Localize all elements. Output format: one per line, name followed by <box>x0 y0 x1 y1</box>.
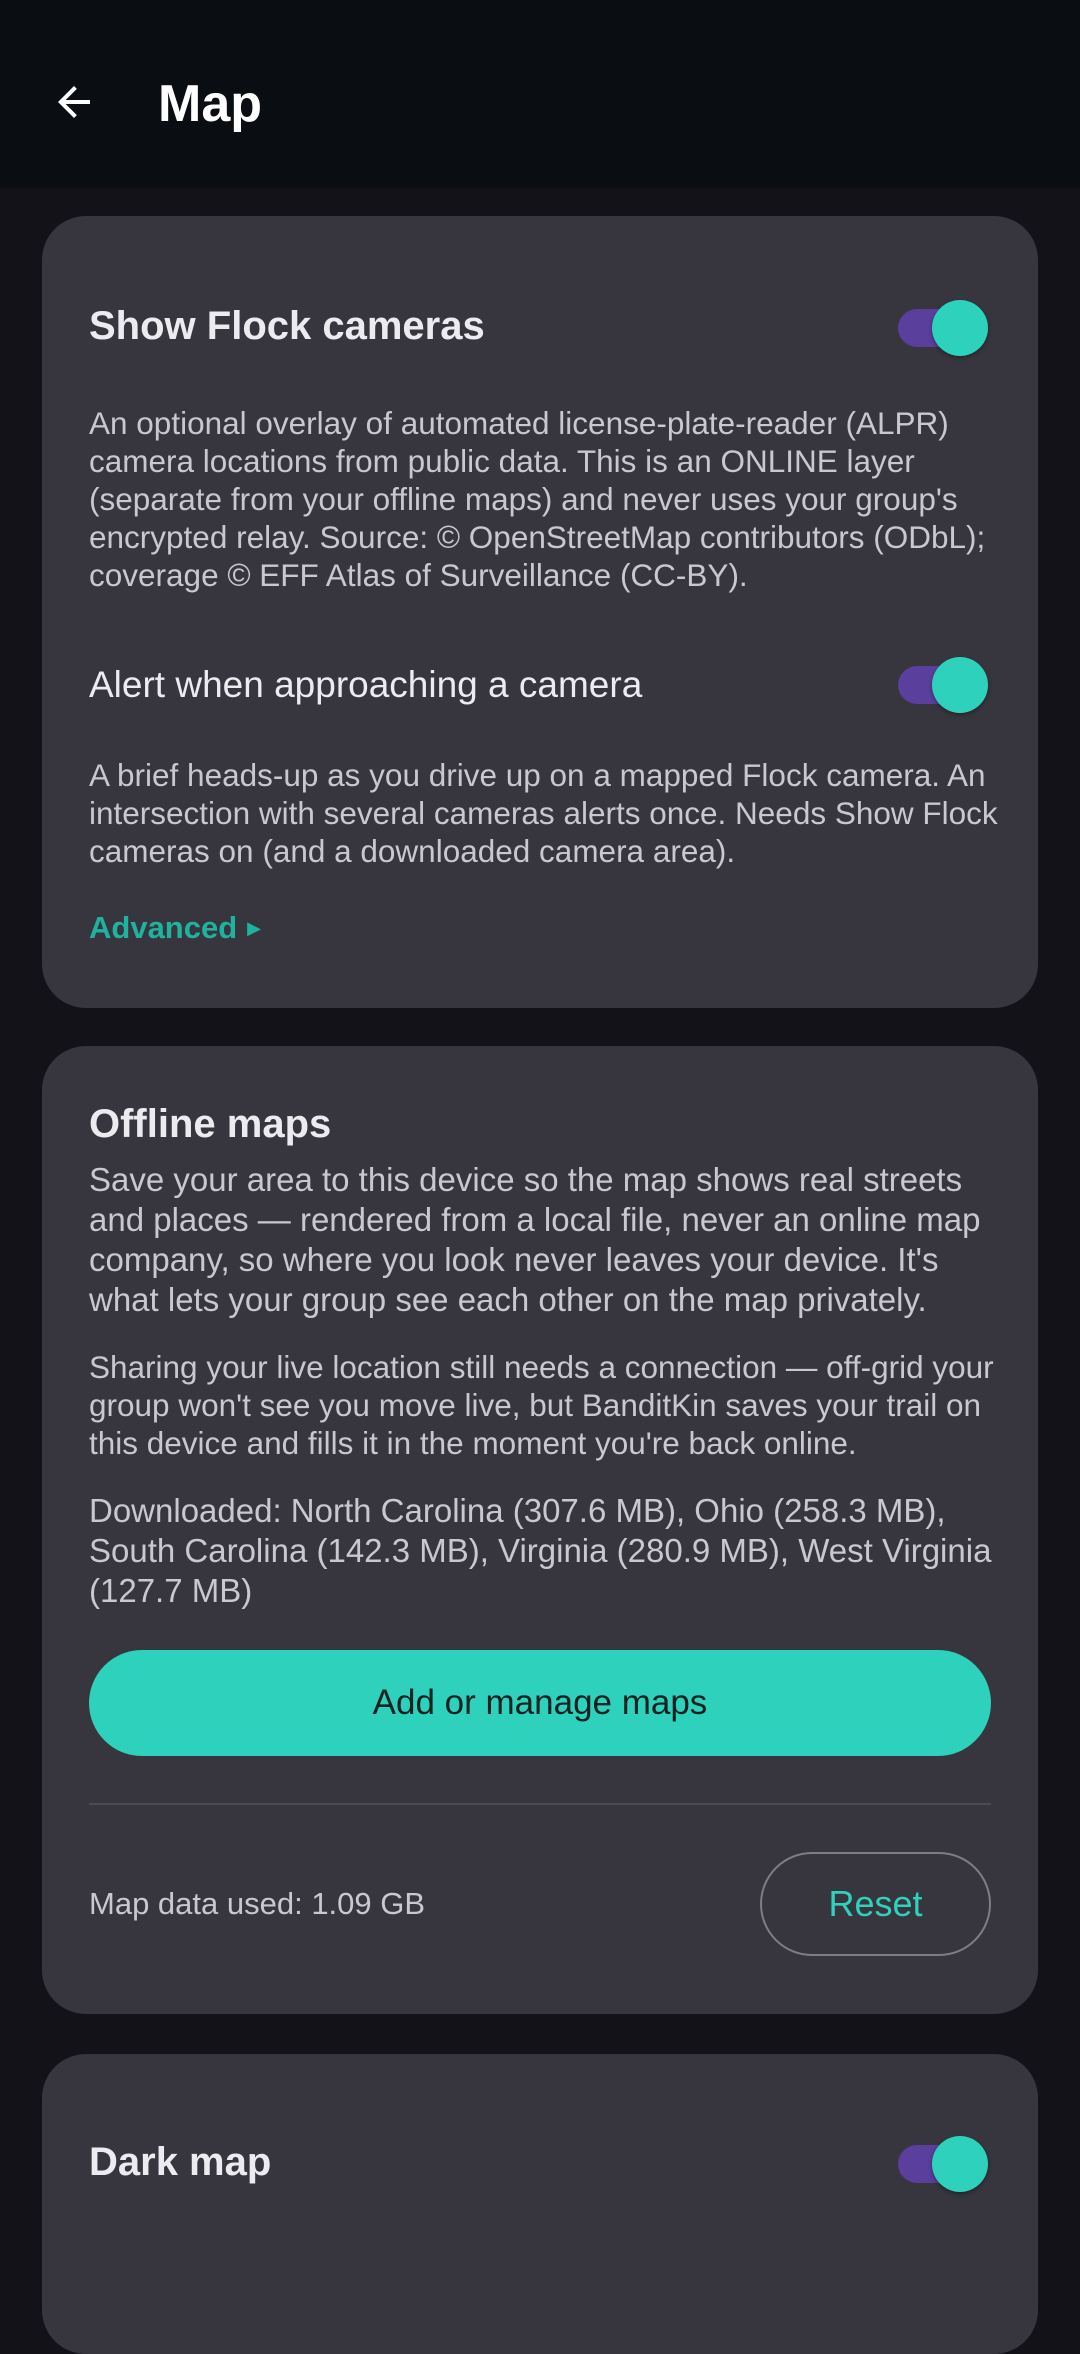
divider <box>89 1803 991 1805</box>
toggle-thumb <box>932 300 988 356</box>
advanced-label: Advanced <box>89 910 238 945</box>
offline-maps-title: Offline maps <box>89 1102 332 1146</box>
add-or-manage-maps-button[interactable]: Add or manage maps <box>89 1650 991 1756</box>
reset-button[interactable]: Reset <box>760 1852 991 1956</box>
triangle-right-icon: ▶ <box>247 917 262 938</box>
page-title: Map <box>158 75 262 133</box>
back-button[interactable] <box>40 68 108 136</box>
downloaded-regions: Downloaded: North Carolina (307.6 MB), O… <box>89 1492 992 1609</box>
alert-approaching-camera-description: A brief heads-up as you drive up on a ma… <box>89 757 998 869</box>
map-data-usage: Map data used: 1.09 GB <box>89 1886 426 1921</box>
alert-approaching-camera-label: Alert when approaching a camera <box>89 664 643 705</box>
advanced-expander[interactable]: Advanced ▶ <box>89 910 261 946</box>
offline-maps-card: Offline maps Save your area to this devi… <box>42 1046 1038 2014</box>
toggle-thumb <box>932 2136 988 2192</box>
location-sharing-note: Sharing your live location still needs a… <box>89 1349 994 1461</box>
toggle-thumb <box>932 657 988 713</box>
dark-map-toggle[interactable] <box>898 2136 988 2192</box>
show-flock-cameras-description: An optional overlay of automated license… <box>89 405 986 593</box>
arrow-left-icon <box>58 86 90 118</box>
dark-map-title: Dark map <box>89 2140 272 2184</box>
dark-map-card: Dark map <box>42 2054 1038 2354</box>
alert-approaching-camera-toggle[interactable] <box>898 657 988 713</box>
show-flock-cameras-toggle[interactable] <box>898 300 988 356</box>
top-app-bar: Map <box>0 0 1080 188</box>
flock-cameras-card: Show Flock cameras An optional overlay o… <box>42 216 1038 1008</box>
show-flock-cameras-title: Show Flock cameras <box>89 304 485 348</box>
offline-maps-description: Save your area to this device so the map… <box>89 1161 981 1318</box>
